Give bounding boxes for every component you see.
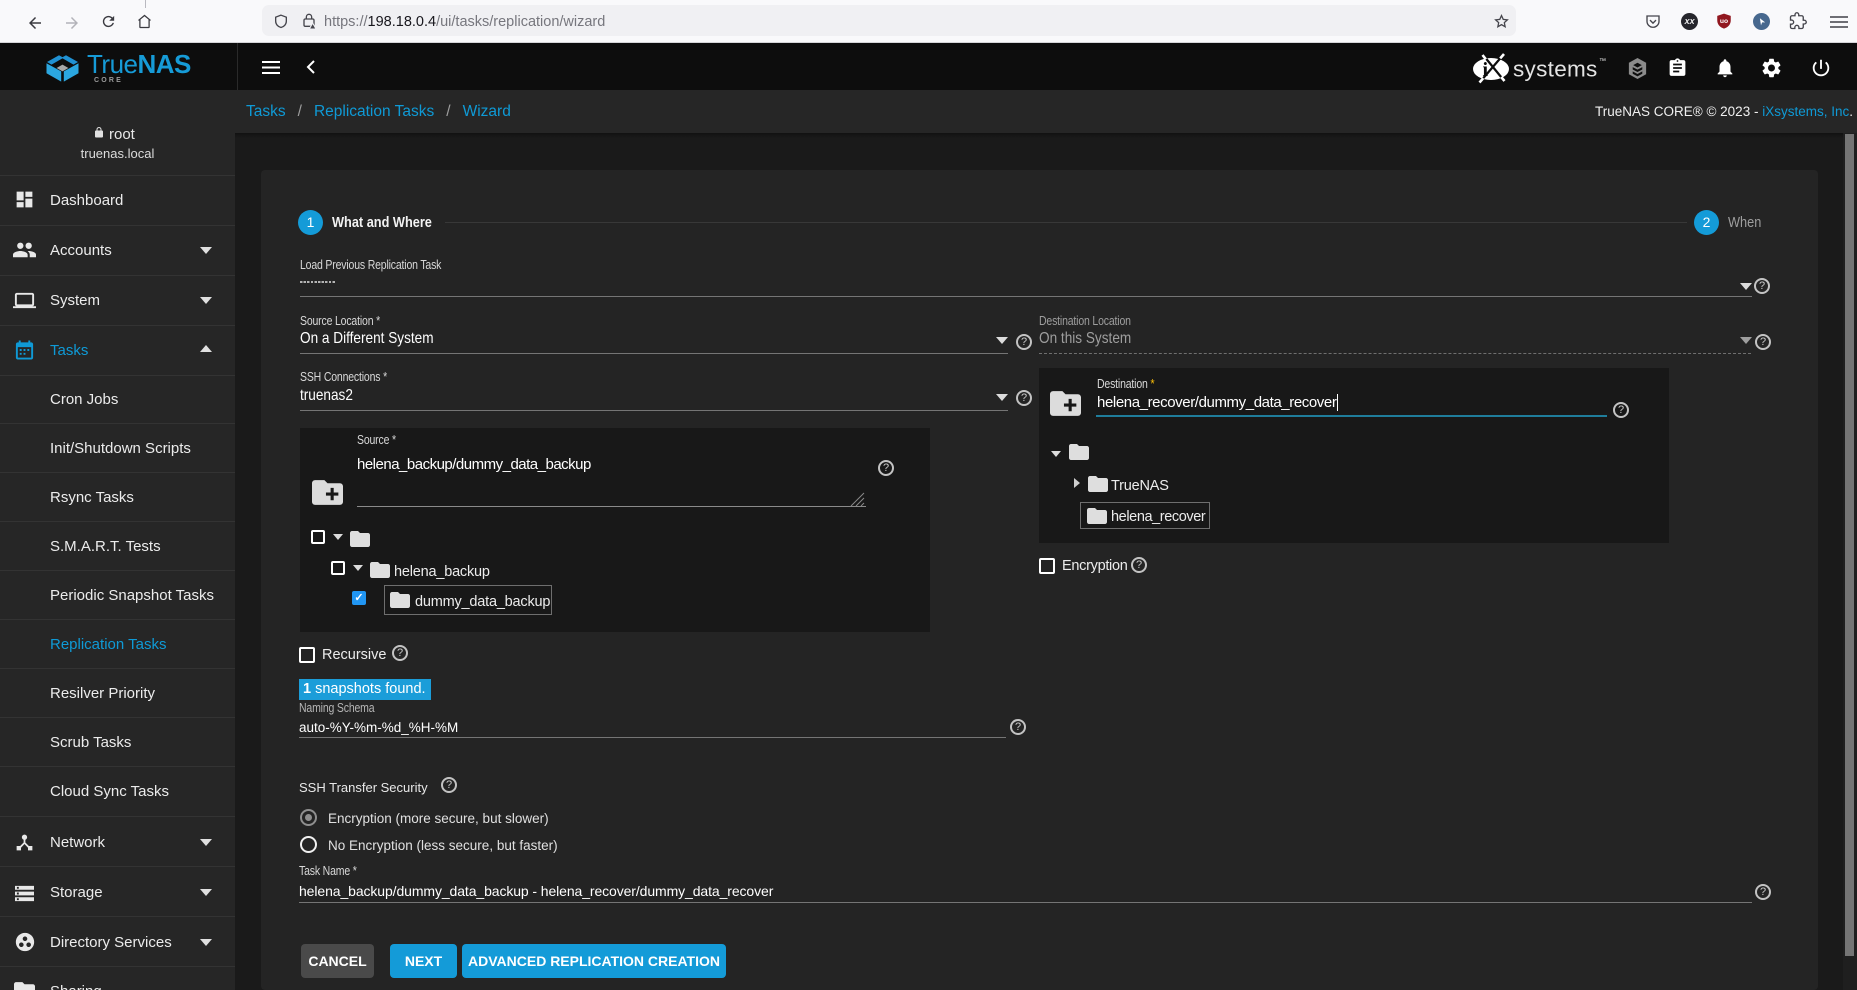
svg-text:systems: systems (1513, 57, 1598, 82)
svg-text:i: i (1483, 59, 1489, 81)
svg-text:™: ™ (1599, 58, 1606, 65)
svg-text:uo: uo (1720, 18, 1728, 25)
